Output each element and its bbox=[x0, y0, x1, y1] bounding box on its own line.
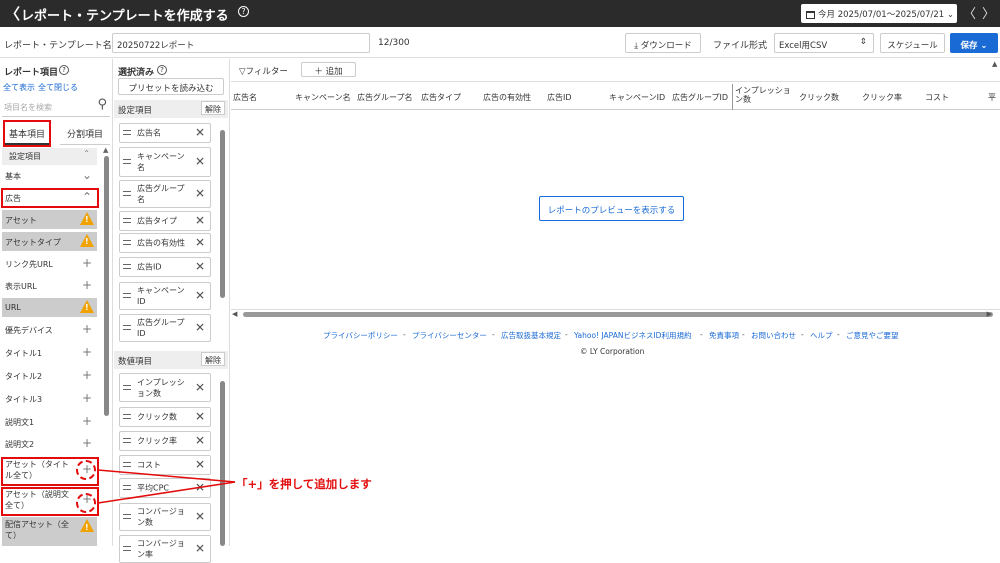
annotation-line bbox=[97, 481, 236, 504]
annotation-line bbox=[97, 469, 236, 483]
drag-handle-icon[interactable] bbox=[123, 546, 131, 551]
annotation-arrows bbox=[97, 469, 236, 504]
annotation-text: 「+」を押して追加します bbox=[236, 477, 372, 491]
